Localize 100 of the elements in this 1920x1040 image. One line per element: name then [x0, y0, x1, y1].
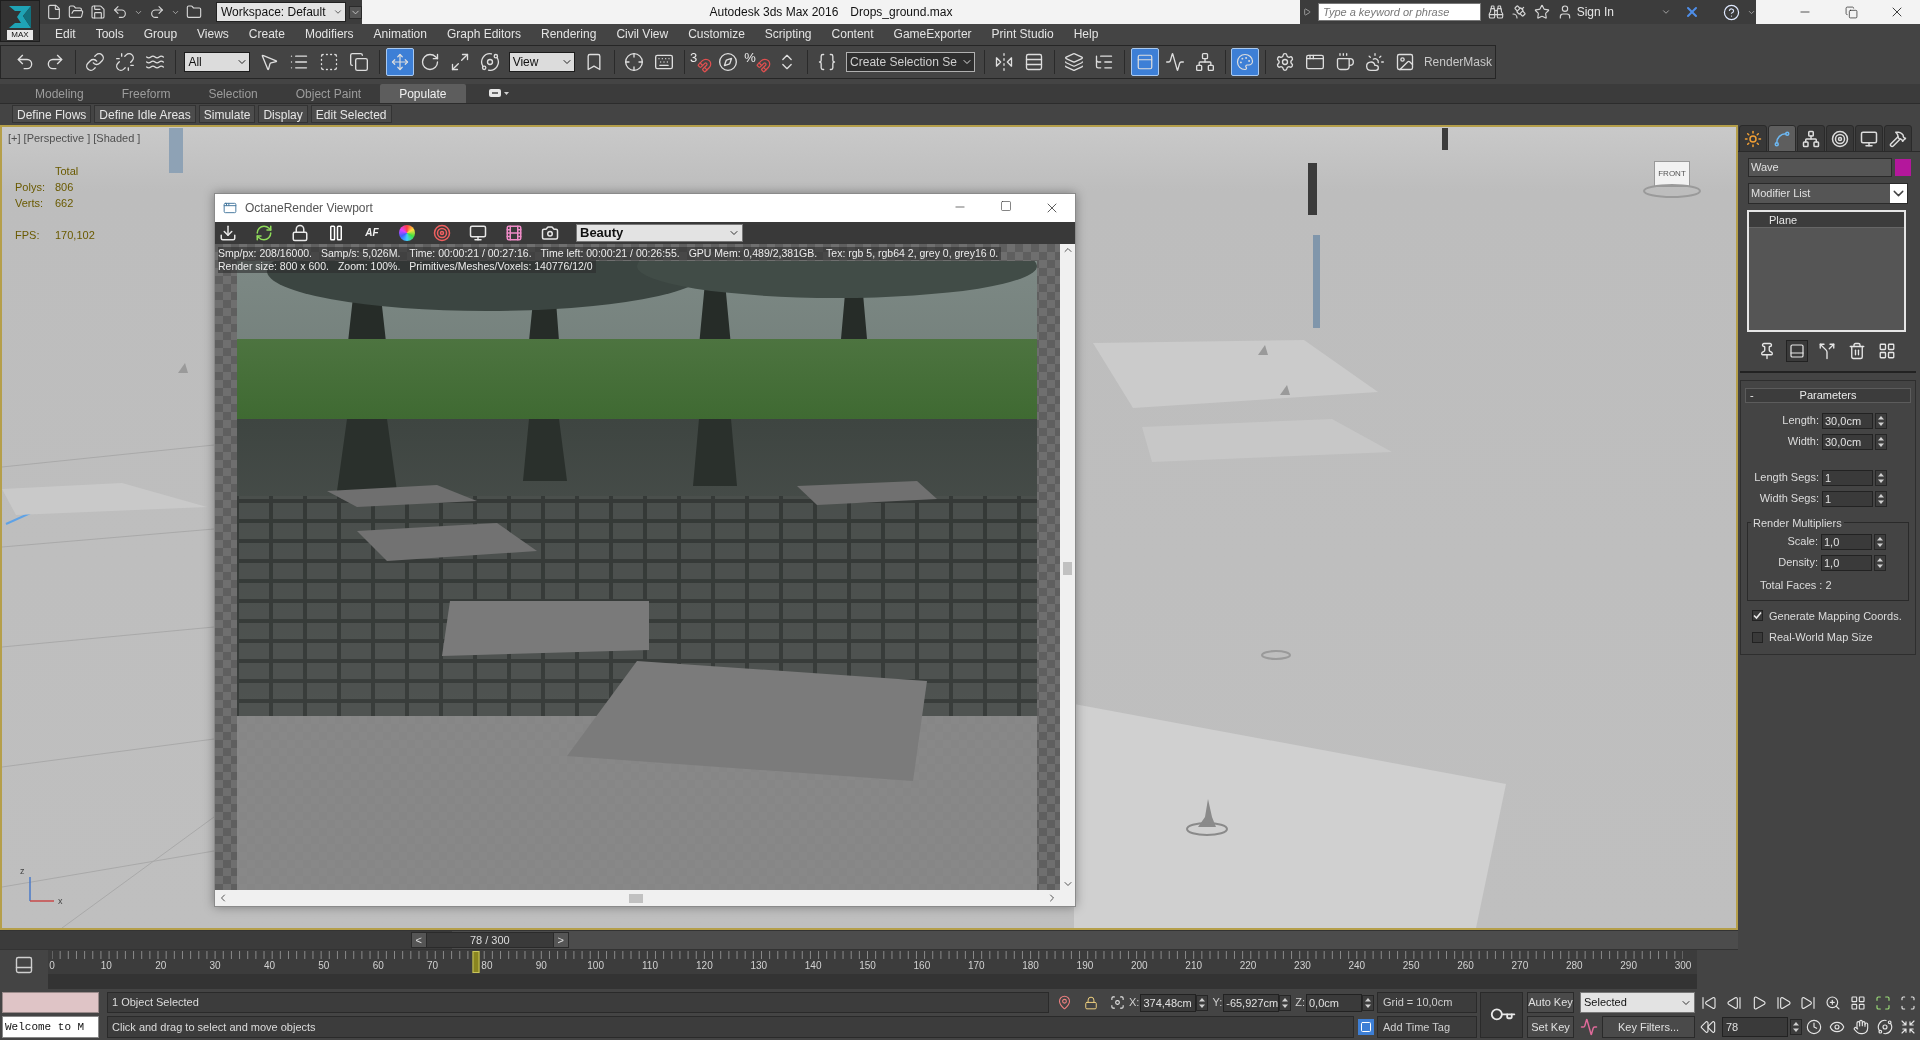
script-input-field[interactable]: [2, 992, 99, 1013]
save-icon[interactable]: [90, 4, 106, 20]
menu-item[interactable]: Rendering: [531, 25, 607, 43]
ribbon-button[interactable]: Display: [258, 104, 308, 123]
time-tag-field[interactable]: Add Time Tag: [1377, 1016, 1477, 1038]
script-output-field[interactable]: Welcome to M: [2, 1016, 99, 1038]
eye-icon[interactable]: [1829, 1019, 1846, 1035]
number-field[interactable]: 1,0: [1821, 554, 1872, 571]
key-mode-button[interactable]: [1480, 992, 1523, 1038]
refresh-icon[interactable]: [255, 224, 273, 242]
clock-icon[interactable]: [1805, 1019, 1822, 1035]
pulse-icon[interactable]: [1580, 1018, 1598, 1036]
grid-icon[interactable]: [1849, 994, 1866, 1011]
panel-tab[interactable]: [1855, 125, 1883, 152]
undo-icon[interactable]: [112, 4, 128, 20]
sign-in-button[interactable]: Sign In: [1556, 3, 1614, 21]
focus-icon[interactable]: [1110, 995, 1125, 1010]
scrollbar-thumb[interactable]: [629, 893, 643, 903]
star-icon[interactable]: [1533, 4, 1550, 20]
checkbox[interactable]: [1752, 631, 1763, 643]
menu-item[interactable]: Graph Editors: [436, 25, 531, 43]
lock-icon[interactable]: [1084, 995, 1098, 1010]
scan-icon[interactable]: [1899, 994, 1916, 1011]
panel-icon[interactable]: [1786, 340, 1808, 362]
menu-item[interactable]: Print Studio: [981, 25, 1064, 43]
lock-icon[interactable]: [291, 224, 309, 242]
camera-icon[interactable]: [541, 224, 559, 242]
maximize-icon[interactable]: [1874, 994, 1891, 1011]
menu-item[interactable]: Modifiers: [294, 25, 364, 43]
menu-item[interactable]: Scripting: [754, 25, 822, 43]
menu-item[interactable]: Help: [1063, 25, 1109, 43]
ribbon-tab[interactable]: Selection: [189, 84, 277, 103]
spinner-icon[interactable]: [1874, 533, 1886, 550]
modifier-list-dropdown[interactable]: Modifier List: [1748, 183, 1908, 204]
palette-icon[interactable]: [1230, 48, 1259, 76]
help-icon[interactable]: [1723, 3, 1740, 21]
auto-key-button[interactable]: Auto Key: [1527, 992, 1574, 1013]
time-slider-thumb[interactable]: < 78 / 300 >: [410, 932, 569, 948]
dropdown-caret-icon[interactable]: [349, 5, 362, 19]
hand-icon[interactable]: [1853, 1019, 1869, 1035]
set-key-button[interactable]: Set Key: [1527, 1016, 1574, 1038]
folder-icon[interactable]: [186, 4, 202, 20]
panel-tab[interactable]: [1826, 125, 1854, 152]
panel-tab[interactable]: [1884, 125, 1912, 152]
square-icon[interactable]: [1358, 1019, 1374, 1035]
horizontal-scrollbar[interactable]: [215, 890, 1075, 906]
x-mark-icon[interactable]: [1684, 4, 1700, 20]
file-icon[interactable]: [46, 4, 62, 20]
checkbox[interactable]: [1752, 610, 1763, 622]
ribbon-options-icon[interactable]: [487, 87, 510, 99]
workspace-dropdown[interactable]: Workspace: Default: [216, 2, 346, 22]
menu-item[interactable]: Edit: [45, 25, 86, 43]
zoom-icon[interactable]: [1825, 994, 1842, 1011]
rewind-icon[interactable]: [1700, 1019, 1716, 1035]
number-field[interactable]: 1: [1822, 469, 1873, 486]
spinner-icon[interactable]: [1196, 994, 1209, 1011]
rollout-header[interactable]: - Parameters: [1745, 388, 1911, 403]
menu-item[interactable]: Views: [187, 25, 239, 43]
pause-icon[interactable]: [327, 224, 345, 242]
satellite-icon[interactable]: [1510, 4, 1527, 20]
trackbar-toggle-icon[interactable]: [14, 955, 34, 975]
autofocus-button[interactable]: AF: [363, 228, 381, 238]
panel-tab[interactable]: [1768, 125, 1796, 152]
ribbon-button[interactable]: Simulate: [198, 104, 256, 123]
film-icon[interactable]: [505, 224, 523, 242]
spinner-icon[interactable]: [1790, 1019, 1802, 1035]
target-icon[interactable]: [433, 224, 451, 242]
scrollbar-thumb[interactable]: [1063, 562, 1072, 575]
time-slider-track[interactable]: < 78 / 300 >: [0, 930, 1738, 950]
ribbon-tab[interactable]: Object Paint: [276, 84, 381, 103]
spinner-icon[interactable]: [1279, 994, 1292, 1011]
color-wheel-icon[interactable]: [399, 225, 415, 241]
number-field[interactable]: 30,0cm: [1822, 412, 1873, 429]
move-icon[interactable]: [385, 48, 414, 76]
menu-item[interactable]: Customize: [678, 25, 755, 43]
step-forward-icon[interactable]: [1775, 994, 1792, 1011]
maximize-icon[interactable]: [1000, 200, 1012, 212]
previous-frame-button[interactable]: <: [411, 933, 427, 947]
key-set-dropdown[interactable]: Selected: [1580, 992, 1695, 1013]
menu-item[interactable]: GameExporter: [883, 25, 982, 43]
triangle-icon[interactable]: [1303, 8, 1311, 16]
spinner-icon[interactable]: [1875, 433, 1887, 450]
map-pin-icon[interactable]: [1057, 995, 1072, 1010]
search-field[interactable]: Type a keyword or phrase: [1318, 3, 1481, 21]
shrink-icon[interactable]: [1900, 1019, 1917, 1035]
ribbon-button[interactable]: Define Flows: [12, 104, 92, 123]
dropdown[interactable]: View: [508, 52, 575, 72]
ribbon-tab[interactable]: Freeform: [102, 84, 190, 103]
menu-item[interactable]: Tools: [85, 25, 134, 43]
selection-set-field[interactable]: Create Selection Se: [846, 52, 975, 72]
viewcube[interactable]: FRONT: [1654, 161, 1690, 187]
binoculars-icon[interactable]: [1487, 4, 1504, 20]
monitor-icon[interactable]: [469, 224, 487, 242]
ribbon-button[interactable]: Define Idle Areas: [94, 104, 196, 123]
vertical-scrollbar[interactable]: [1060, 244, 1075, 890]
number-field[interactable]: 1,0: [1821, 533, 1872, 550]
viewport-label[interactable]: [+] [Perspective ] [Shaded ]: [8, 130, 141, 147]
key-filters-button[interactable]: Key Filters...: [1602, 1016, 1695, 1038]
redo-icon[interactable]: [149, 4, 165, 20]
snap-toggle[interactable]: %: [744, 48, 771, 76]
